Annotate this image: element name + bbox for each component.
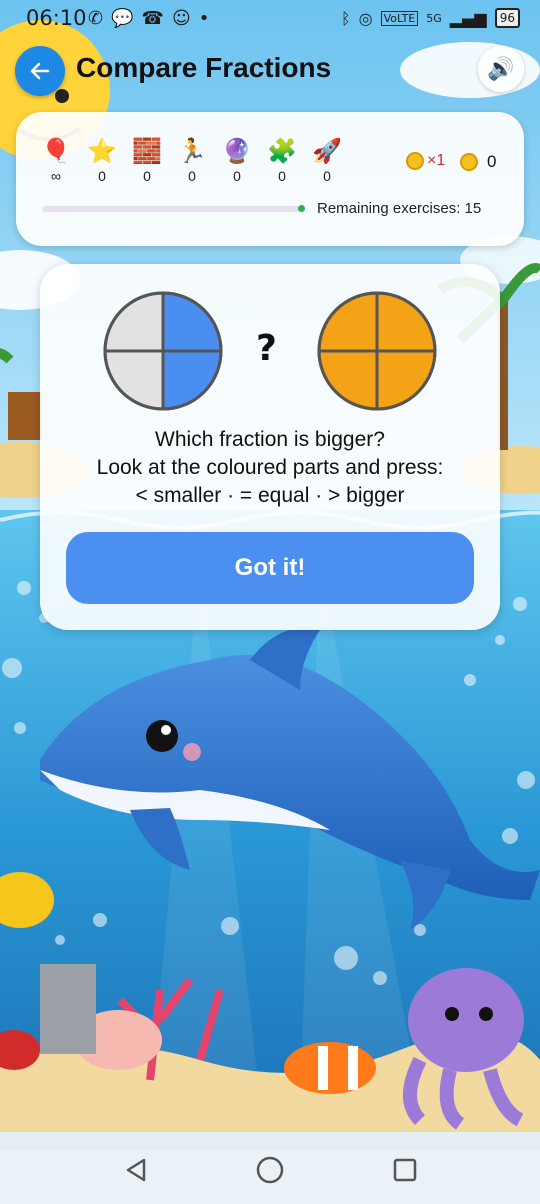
balloon-icon: 🎈 — [41, 137, 71, 165]
face-icon: ☺ — [171, 8, 191, 29]
nav-home-button[interactable] — [252, 1152, 288, 1188]
brick-icon: 🧱 — [132, 137, 162, 165]
stat-value: 0 — [323, 168, 331, 184]
page-title: Compare Fractions — [76, 52, 332, 83]
chat-icon: 💬 — [111, 8, 134, 29]
system-icons: ᛒ ◎ VoLTE 5G ▂▄▆ 96 — [341, 8, 520, 28]
stat-brick: 🧱 0 — [127, 136, 167, 184]
navigation-bar — [0, 1132, 540, 1204]
stats-panel: 🎈 ∞ ⭐ 0 🧱 0 🏃 0 🔮 0 🧩 0 🚀 0 ×1 0 Remaini… — [16, 112, 524, 246]
status-time: 06:10 — [26, 6, 87, 30]
crystal-ball-icon: 🔮 — [222, 137, 252, 165]
status-bar: 06:10 ✆ 💬 ☎ ☺ • ᛒ ◎ VoLTE 5G ▂▄▆ 96 — [0, 0, 540, 36]
sound-button[interactable]: 🔊 — [478, 46, 524, 92]
stat-value: 0 — [143, 168, 151, 184]
coin-multiplier-label: ×1 — [427, 152, 446, 169]
puzzle-icon: 🧩 — [267, 137, 297, 165]
remaining-exercises: Remaining exercises: 15 — [317, 200, 482, 217]
dot-icon: • — [198, 8, 210, 29]
signal-icon: ▂▄▆ — [449, 8, 487, 28]
network-5g-label: 5G — [426, 11, 442, 25]
instruction-line-3: < smaller · = equal · > bigger — [135, 484, 405, 507]
arrow-left-icon — [30, 62, 50, 80]
left-fraction-circle — [103, 291, 223, 411]
got-it-button[interactable]: Got it! — [66, 532, 474, 604]
stat-runner: 🏃 0 — [172, 136, 212, 184]
question-card: ? Which fraction is bigger? Look at the … — [40, 264, 500, 630]
stat-puzzle: 🧩 0 — [262, 136, 302, 184]
battery-icon: 96 — [494, 8, 520, 28]
hotspot-icon: ◎ — [358, 8, 373, 28]
stat-value: 0 — [188, 168, 196, 184]
coin-multiplier: ×1 — [406, 152, 445, 170]
coin-count-value: 0 — [487, 152, 497, 171]
stat-rocket: 🚀 0 — [307, 136, 347, 184]
coin-icon — [460, 153, 478, 171]
progress-track — [42, 206, 304, 212]
stat-value: 0 — [278, 168, 286, 184]
nav-recents-button[interactable] — [387, 1152, 423, 1188]
progress-indicator — [298, 205, 305, 212]
whatsapp-icon: ✆ — [88, 8, 104, 29]
stat-crystal-ball: 🔮 0 — [217, 136, 257, 184]
instruction-line-1: Which fraction is bigger? — [155, 428, 385, 451]
back-triangle-icon — [126, 1158, 146, 1182]
right-fraction-circle — [317, 291, 437, 411]
rocket-icon: 🚀 — [312, 137, 342, 165]
stat-value: 0 — [98, 168, 106, 184]
instructions: Which fraction is bigger? Look at the co… — [40, 426, 500, 510]
coin-icon — [406, 152, 424, 170]
star-icon: ⭐ — [87, 137, 117, 165]
speaker-icon: 🔊 — [487, 56, 515, 82]
stat-value: 0 — [233, 168, 241, 184]
coin-count: 0 — [460, 152, 496, 172]
nav-back-button[interactable] — [118, 1152, 154, 1188]
stat-balloon: 🎈 ∞ — [36, 136, 76, 184]
back-button[interactable] — [15, 46, 65, 96]
home-circle-icon — [256, 1156, 284, 1184]
notification-icons: ✆ 💬 ☎ ☺ • — [88, 8, 209, 29]
instruction-line-2: Look at the coloured parts and press: — [96, 456, 444, 479]
comparison-symbol: ? — [256, 328, 277, 369]
runner-icon: 🏃 — [177, 137, 207, 165]
bluetooth-icon: ᛒ — [341, 8, 351, 28]
stat-star: ⭐ 0 — [82, 136, 122, 184]
stat-value: ∞ — [51, 168, 61, 184]
recents-square-icon — [393, 1158, 417, 1182]
missed-call-icon: ☎ — [141, 8, 164, 29]
volte-label: VoLTE — [380, 10, 419, 26]
